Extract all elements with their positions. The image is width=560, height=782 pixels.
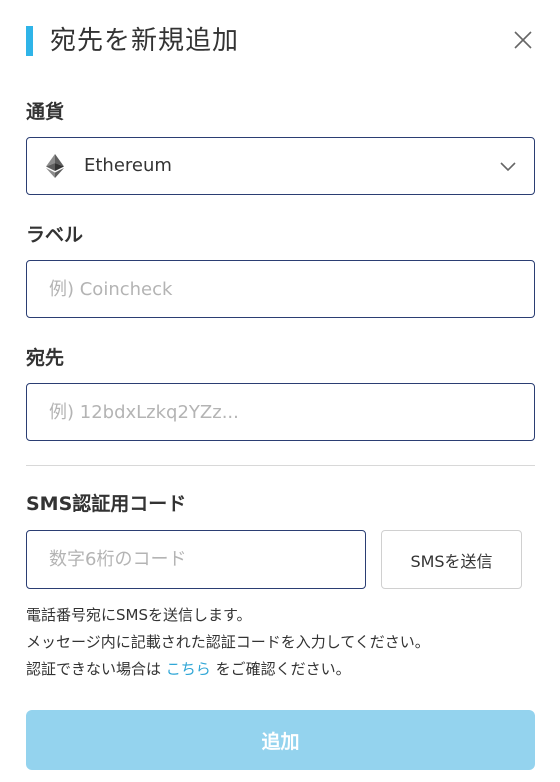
help-line-2: メッセージ内に記載された認証コードを入力してください。 [26, 633, 430, 651]
label-field-label: ラベル [26, 224, 84, 246]
label-input[interactable] [27, 261, 534, 317]
address-field-box [26, 383, 535, 441]
sms-help-text: 電話番号宛にSMSを送信します。 メッセージ内に記載された認証コードを入力してく… [26, 602, 546, 683]
address-field-label: 宛先 [26, 347, 65, 369]
currency-label: 通貨 [26, 101, 65, 123]
help-line-3-prefix: 認証できない場合は [26, 660, 166, 678]
chevron-down-icon [499, 158, 517, 172]
currency-select[interactable]: Ethereum [26, 137, 535, 195]
ethereum-icon [45, 154, 65, 178]
sms-code-field-box [26, 530, 366, 589]
modal-title: 宛先を新規追加 [50, 26, 240, 56]
close-icon[interactable] [510, 27, 536, 53]
add-button[interactable]: 追加 [26, 710, 535, 770]
currency-selected-value: Ethereum [84, 155, 172, 176]
sms-code-label: SMS認証用コード [26, 493, 187, 515]
add-address-modal: 宛先を新規追加 通貨 Ethereum ラベル 例) Coincheck 宛先 … [0, 0, 560, 782]
send-sms-button[interactable]: SMSを送信 [381, 530, 522, 589]
address-input[interactable] [27, 384, 534, 440]
section-divider [26, 465, 535, 466]
label-field-box [26, 260, 535, 318]
help-line-1: 電話番号宛にSMSを送信します。 [26, 606, 252, 624]
help-line-3-suffix: をご確認ください。 [210, 660, 351, 678]
help-link[interactable]: こちら [166, 660, 211, 678]
help-line-3: 認証できない場合は こちら をご確認ください。 [26, 656, 546, 683]
sms-code-input[interactable] [27, 531, 365, 588]
title-accent-bar [26, 26, 33, 56]
